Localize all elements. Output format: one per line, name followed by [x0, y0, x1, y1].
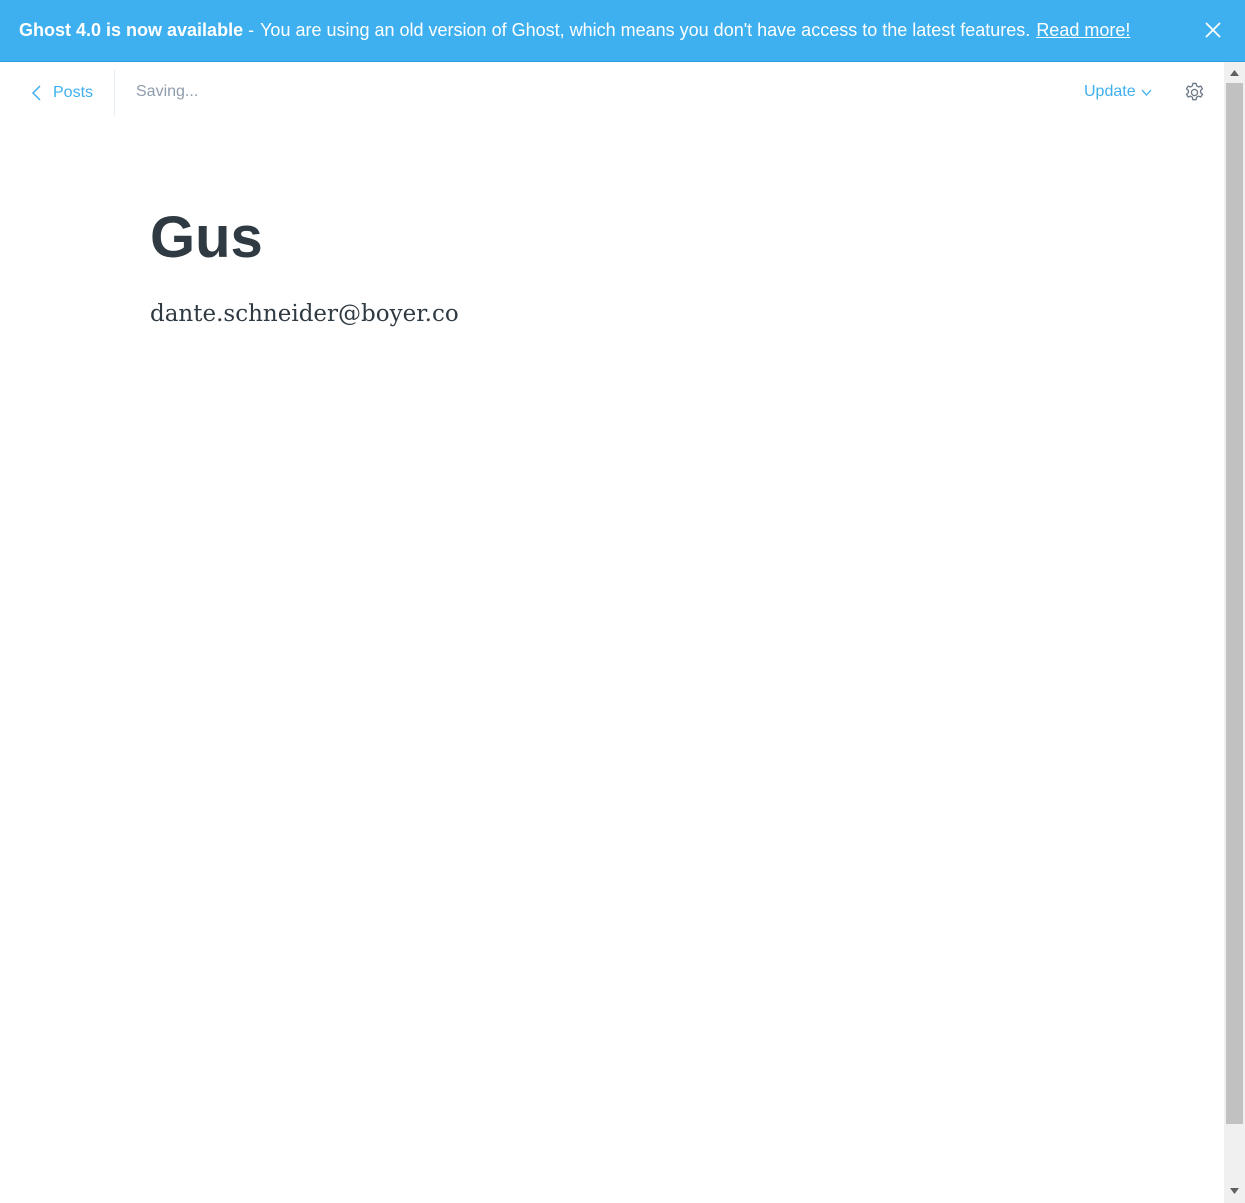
triangle-down-icon [1230, 1188, 1239, 1194]
triangle-up-icon [1230, 70, 1239, 76]
scrollbar-thumb[interactable] [1226, 83, 1243, 1124]
editor-header: Posts Saving... Update [0, 62, 1224, 116]
update-button[interactable]: Update [1084, 83, 1152, 101]
chevron-left-icon [31, 85, 41, 101]
back-to-posts-link[interactable]: Posts [31, 82, 93, 104]
header-divider [114, 70, 115, 116]
back-link-label: Posts [53, 84, 94, 101]
upgrade-banner: Ghost 4.0 is now available - You are usi… [0, 0, 1245, 62]
gear-icon[interactable] [1183, 81, 1206, 104]
scroll-down-arrow[interactable] [1224, 1182, 1245, 1200]
scroll-up-arrow[interactable] [1224, 64, 1245, 82]
save-status: Saving... [136, 83, 199, 100]
post-body-paragraph[interactable]: dante.schneider@boyer.co [150, 298, 459, 330]
chevron-down-icon [1141, 89, 1152, 96]
banner-message: You are using an old version of Ghost, w… [260, 20, 1031, 40]
banner-read-more-link[interactable]: Read more! [1036, 20, 1130, 41]
banner-headline: Ghost 4.0 is now available [19, 20, 244, 40]
vertical-scrollbar[interactable] [1224, 62, 1245, 1203]
post-title[interactable]: Gus [150, 204, 263, 272]
close-icon[interactable] [1203, 20, 1223, 40]
update-button-label: Update [1084, 83, 1136, 100]
banner-separator: - [248, 20, 255, 40]
